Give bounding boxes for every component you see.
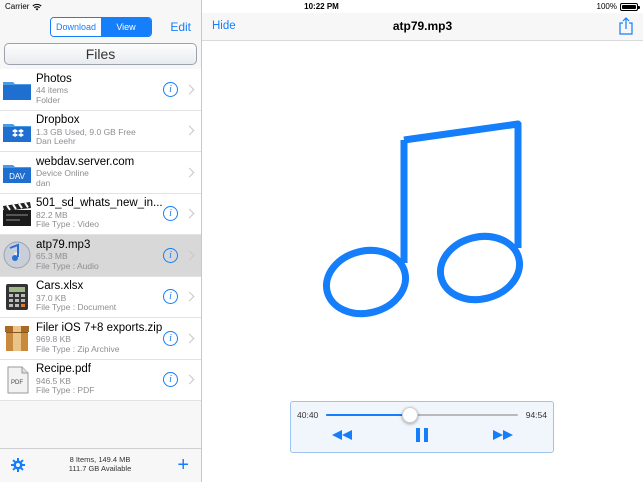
chevron-right-icon bbox=[184, 250, 195, 261]
file-type: File Type : PDF bbox=[36, 385, 95, 396]
audio-player-controls: 40:40 94:54 bbox=[290, 401, 554, 453]
info-icon[interactable]: i bbox=[163, 330, 178, 346]
left-navigation-bar: Download View Edit bbox=[0, 13, 201, 41]
files-header[interactable]: Files bbox=[4, 43, 197, 65]
fast-forward-icon[interactable] bbox=[492, 427, 514, 443]
clapperboard-icon bbox=[2, 199, 32, 229]
file-list: Photos 44 items Folder i Dropbox 1.3 GB … bbox=[0, 69, 201, 401]
calculator-icon bbox=[2, 282, 32, 312]
gear-icon[interactable] bbox=[11, 458, 25, 472]
music-cd-icon bbox=[2, 240, 32, 270]
add-button[interactable]: + bbox=[177, 455, 189, 475]
info-icon[interactable]: i bbox=[163, 247, 178, 263]
chevron-right-icon bbox=[184, 208, 195, 219]
list-item[interactable]: PDF Recipe.pdf 946.5 KB File Type : PDF … bbox=[0, 360, 201, 401]
file-type: File Type : Zip Archive bbox=[36, 343, 120, 354]
list-item[interactable]: Photos 44 items Folder i bbox=[0, 69, 201, 111]
battery-status: 100% bbox=[596, 2, 640, 11]
carrier-label: Carrier bbox=[5, 2, 30, 11]
info-icon[interactable]: i bbox=[163, 206, 178, 222]
media-viewer-panel: Hide atp79.mp3 40:40 94:54 bbox=[202, 0, 643, 482]
right-navigation-bar: Hide atp79.mp3 bbox=[202, 13, 643, 41]
chevron-right-icon bbox=[184, 84, 195, 95]
file-type: File Type : Audio bbox=[36, 260, 99, 271]
battery-percent: 100% bbox=[596, 2, 617, 11]
clock: 10:22 PM bbox=[304, 2, 339, 11]
file-name: 501_sd_whats_new_in... bbox=[36, 197, 163, 210]
chevron-right-icon bbox=[184, 167, 195, 178]
file-name: Cars.xlsx bbox=[36, 280, 84, 293]
file-type: Dan Leehr bbox=[36, 136, 76, 147]
list-item[interactable]: 501_sd_whats_new_in... 82.2 MB File Type… bbox=[0, 194, 201, 235]
share-icon[interactable] bbox=[619, 17, 633, 35]
file-name: Recipe.pdf bbox=[36, 363, 91, 376]
dav-folder-icon: DAV bbox=[2, 157, 32, 187]
archive-box-icon bbox=[2, 323, 32, 353]
dropbox-folder-icon bbox=[2, 116, 32, 146]
folder-icon bbox=[2, 74, 32, 104]
info-icon[interactable]: i bbox=[163, 289, 178, 305]
list-item[interactable]: DAV webdav.server.com Device Online dan bbox=[0, 152, 201, 194]
progress-slider[interactable] bbox=[326, 407, 518, 423]
file-type: Folder bbox=[36, 94, 61, 105]
elapsed-time: 40:40 bbox=[297, 410, 319, 420]
file-type: dan bbox=[36, 177, 51, 188]
chevron-right-icon bbox=[184, 291, 195, 302]
wifi-icon bbox=[32, 3, 43, 10]
item-count: 8 Items, 149.4 MB bbox=[69, 455, 131, 464]
chevron-right-icon bbox=[184, 333, 195, 344]
download-view-segmented-control: Download View bbox=[50, 17, 152, 37]
total-time: 94:54 bbox=[525, 410, 547, 420]
page-title: atp79.mp3 bbox=[392, 19, 453, 33]
available-space: 111.7 GB Available bbox=[68, 464, 132, 474]
chevron-right-icon bbox=[184, 125, 195, 136]
file-browser-panel: Download View Edit Files Photos 44 items… bbox=[0, 0, 202, 482]
info-icon[interactable]: i bbox=[163, 81, 178, 97]
music-note-icon bbox=[322, 120, 524, 318]
pause-icon[interactable] bbox=[415, 427, 429, 443]
pdf-file-icon: PDF bbox=[2, 365, 32, 395]
rewind-icon[interactable] bbox=[331, 427, 353, 443]
segment-download[interactable]: Download bbox=[51, 18, 101, 36]
list-item[interactable]: Cars.xlsx 37.0 KB File Type : Document i bbox=[0, 277, 201, 318]
status-bar: Carrier 10:22 PM 100% bbox=[0, 0, 643, 13]
svg-text:DAV: DAV bbox=[9, 172, 26, 181]
segment-view[interactable]: View bbox=[101, 18, 151, 36]
list-item[interactable]: atp79.mp3 65.3 MB File Type : Audio i bbox=[0, 235, 201, 277]
left-toolbar: 8 Items, 149.4 MB 111.7 GB Available + bbox=[0, 448, 201, 482]
file-type: File Type : Video bbox=[36, 219, 100, 230]
file-type: File Type : Document bbox=[36, 302, 117, 313]
chevron-right-icon bbox=[184, 374, 195, 385]
file-name: Dropbox bbox=[36, 114, 80, 127]
progress-fill bbox=[326, 414, 411, 416]
svg-text:PDF: PDF bbox=[11, 380, 23, 386]
list-item[interactable]: Dropbox 1.3 GB Used, 9.0 GB Free Dan Lee… bbox=[0, 111, 201, 152]
file-detail: Device Online bbox=[36, 168, 89, 179]
battery-icon bbox=[620, 2, 640, 11]
edit-button[interactable]: Edit bbox=[170, 20, 191, 34]
storage-summary: 8 Items, 149.4 MB 111.7 GB Available bbox=[40, 455, 160, 474]
info-icon[interactable]: i bbox=[163, 372, 178, 388]
slider-thumb[interactable] bbox=[402, 407, 419, 423]
carrier-info: Carrier bbox=[5, 2, 43, 11]
list-item[interactable]: Filer iOS 7+8 exports.zip 969.8 KB File … bbox=[0, 318, 201, 360]
